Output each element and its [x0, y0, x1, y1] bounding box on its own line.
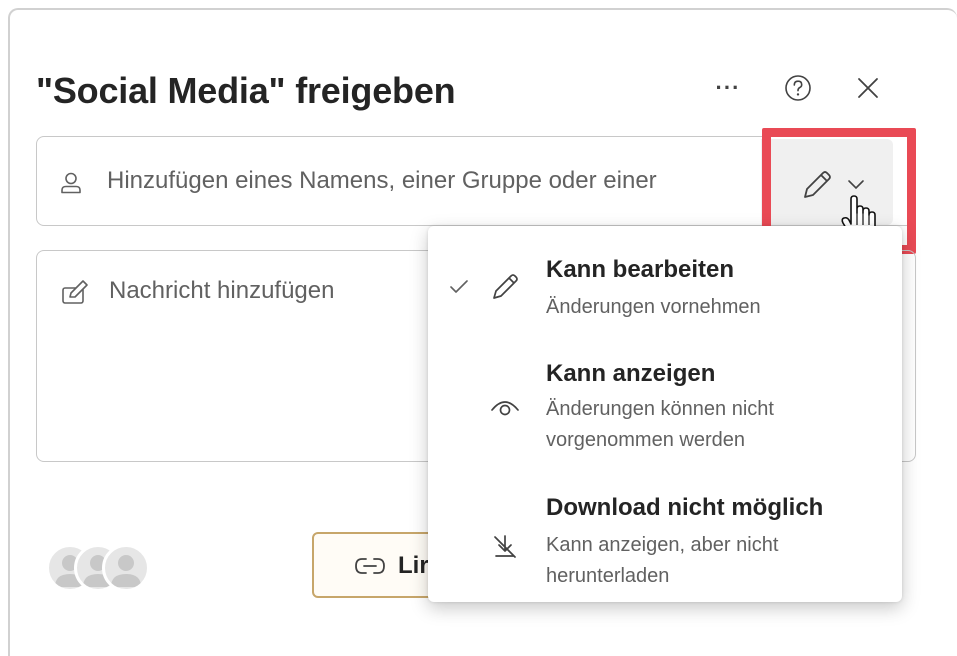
name-input-placeholder: Hinzufügen eines Namens, einer Gruppe od…: [107, 167, 657, 194]
pencil-icon: [493, 274, 518, 299]
close-button[interactable]: [848, 68, 888, 108]
permission-menu: Kann bearbeiten Änderungen vornehmen Kan…: [428, 226, 902, 602]
menu-item-no-download[interactable]: Download nicht möglich Kann anzeigen, ab…: [428, 488, 902, 596]
copy-link-label: Lir: [398, 552, 429, 579]
pencil-icon: [804, 171, 831, 198]
dialog-title: "Social Media" freigeben: [36, 70, 456, 111]
person-icon: [111, 555, 141, 587]
menu-item-title: Kann bearbeiten: [546, 256, 735, 283]
person-icon: [61, 172, 81, 194]
help-circle-icon: [785, 75, 811, 101]
more-options-button[interactable]: ···: [708, 68, 748, 108]
menu-item-can-view[interactable]: Kann anzeigen Änderungen können nicht vo…: [428, 352, 902, 462]
eye-icon: [491, 401, 519, 416]
menu-item-description: Änderungen können nicht vorgenommen werd…: [546, 398, 774, 451]
help-button[interactable]: [778, 68, 818, 108]
checkmark-icon: [450, 280, 468, 293]
menu-item-title: Download nicht möglich: [546, 494, 824, 521]
menu-item-title: Kann anzeigen: [546, 360, 716, 387]
shared-users-avatars[interactable]: [46, 544, 156, 596]
menu-item-description: Kann anzeigen, aber nicht herunterladen: [546, 534, 779, 587]
menu-item-description: Änderungen vornehmen: [546, 296, 761, 318]
avatar: [102, 544, 150, 592]
menu-item-can-edit[interactable]: Kann bearbeiten Änderungen vornehmen: [428, 246, 902, 346]
chevron-down-icon: [848, 180, 864, 190]
name-input-field[interactable]: Hinzufügen eines Namens, einer Gruppe od…: [36, 136, 916, 240]
close-icon: [858, 78, 878, 98]
link-icon: [355, 558, 385, 574]
message-input-placeholder: Nachricht hinzufügen: [109, 277, 335, 304]
no-download-icon: [494, 535, 516, 558]
permission-dropdown-button[interactable]: [761, 139, 893, 240]
compose-icon: [62, 280, 88, 304]
